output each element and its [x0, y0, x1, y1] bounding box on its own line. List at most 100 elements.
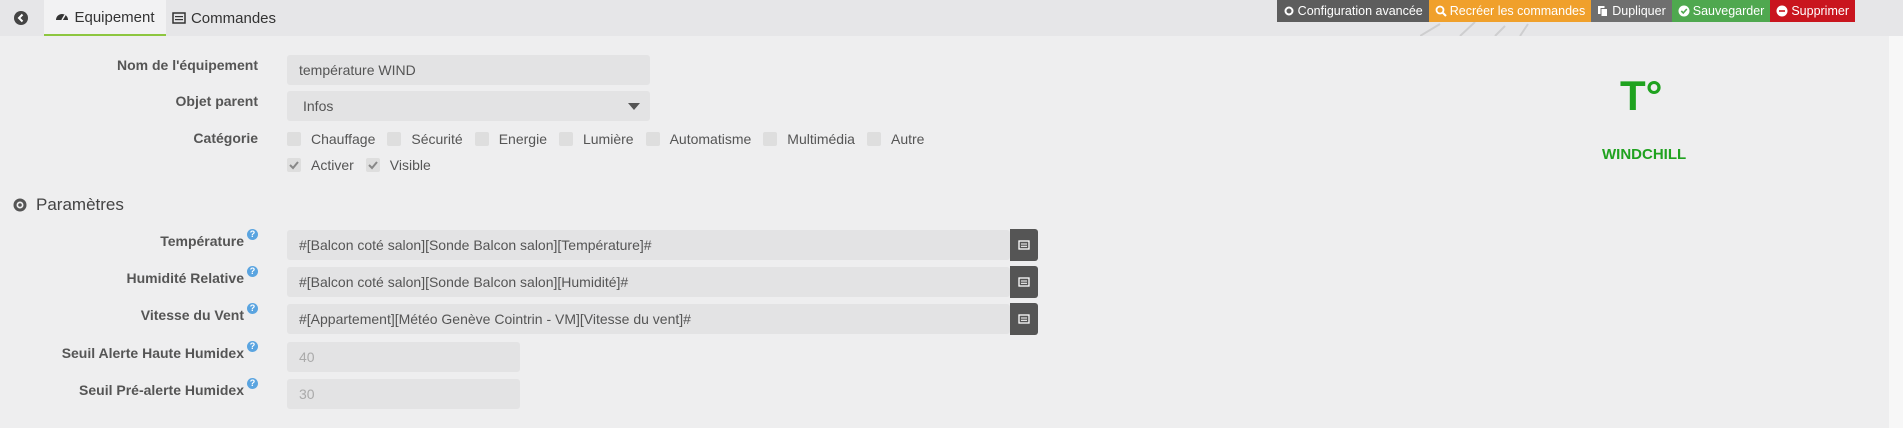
list-alt-icon [172, 12, 186, 24]
wind-value: #[Appartement][Météo Genève Cointrin - V… [299, 311, 691, 327]
category-label-autre: Autre [890, 131, 925, 147]
pre-humidex-input[interactable]: 30 [287, 379, 520, 409]
activate-label: Activer [311, 157, 354, 173]
wind-label-text: Vitesse du Vent [140, 307, 244, 323]
high-humidex-label: Seuil Alerte Haute Humidex? [61, 341, 258, 361]
pre-humidex-label: Seuil Pré-alerte Humidex? [79, 378, 258, 398]
humidity-label: Humidité Relative? [126, 266, 258, 286]
humidity-value: #[Balcon coté salon][Sonde Balcon salon]… [299, 274, 629, 290]
save-button[interactable]: Sauvegarder [1671, 0, 1771, 22]
name-input[interactable]: température WIND [287, 55, 650, 85]
temperature-label-text: Température [160, 233, 244, 249]
wind-input[interactable]: #[Appartement][Météo Genève Cointrin - V… [287, 304, 1010, 334]
check-icon [368, 161, 378, 170]
save-label: Sauvegarder [1692, 4, 1765, 18]
checkbox[interactable] [558, 132, 573, 146]
parent-label: Objet parent [175, 93, 258, 109]
activate-toggle[interactable]: Activer [287, 157, 354, 173]
parent-select-value: Infos [303, 98, 334, 114]
help-icon[interactable]: ? [247, 303, 258, 314]
pre-humidex-placeholder: 30 [299, 386, 315, 402]
category-lumiere[interactable]: Lumière [558, 131, 634, 147]
state-checkboxes: Activer Visible [287, 157, 443, 173]
checkbox-checked[interactable] [365, 158, 380, 172]
checkbox[interactable] [474, 132, 489, 146]
help-icon[interactable]: ? [247, 378, 258, 389]
params-title: Paramètres [36, 195, 124, 214]
help-icon[interactable]: ? [247, 341, 258, 352]
delete-button[interactable]: Supprimer [1770, 0, 1855, 22]
checkbox[interactable] [763, 132, 778, 146]
gear-icon [13, 198, 27, 212]
pre-humidex-label-text: Seuil Pré-alerte Humidex [79, 382, 244, 398]
header-decoration [1419, 21, 1580, 37]
check-icon [289, 161, 299, 170]
delete-label: Supprimer [1791, 4, 1849, 18]
visible-toggle[interactable]: Visible [365, 157, 431, 173]
high-humidex-input[interactable]: 40 [287, 342, 520, 372]
humidity-select-command-button[interactable] [1010, 266, 1038, 298]
advanced-config-button[interactable]: Configuration avancée [1276, 0, 1429, 22]
tab-commandes-label: Commandes [190, 9, 277, 27]
tab-equipement[interactable]: Equipement [44, 0, 166, 36]
tab-commandes[interactable]: Commandes [170, 0, 278, 36]
category-autre[interactable]: Autre [866, 131, 925, 147]
category-label: Catégorie [193, 130, 258, 146]
list-alt-icon [1018, 277, 1030, 287]
checkbox-checked[interactable] [287, 158, 301, 172]
category-securite[interactable]: Sécurité [387, 131, 463, 147]
temperature-input[interactable]: #[Balcon coté salon][Sonde Balcon salon]… [287, 230, 1010, 260]
category-label-lumiere: Lumière [582, 131, 634, 147]
chevron-down-icon [628, 103, 640, 110]
duplicate-button[interactable]: Dupliquer [1591, 0, 1672, 22]
category-energie[interactable]: Energie [474, 131, 547, 147]
category-label-multimedia: Multimédia [787, 131, 855, 147]
temperature-label: Température? [160, 229, 258, 249]
temperature-select-command-button[interactable] [1010, 229, 1038, 261]
minus-circle-icon [1776, 5, 1788, 17]
category-label-automatisme: Automatisme [669, 131, 752, 147]
temperature-value: #[Balcon coté salon][Sonde Balcon salon]… [299, 237, 652, 253]
checkbox[interactable] [387, 132, 402, 146]
duplicate-label: Dupliquer [1612, 4, 1666, 18]
help-icon[interactable]: ? [247, 229, 258, 240]
parent-select[interactable]: Infos [287, 91, 650, 121]
device-icon: T° [1620, 72, 1663, 119]
device-name: WINDCHILL [1602, 146, 1687, 163]
copy-icon [1598, 6, 1609, 17]
checkbox[interactable] [287, 132, 301, 146]
category-chauffage[interactable]: Chauffage [287, 131, 375, 147]
humidity-label-text: Humidité Relative [126, 270, 244, 286]
high-humidex-placeholder: 40 [299, 349, 315, 365]
check-circle-icon [1678, 5, 1690, 17]
scrollbar[interactable] [1889, 36, 1903, 428]
params-section-title: Paramètres [12, 195, 124, 215]
category-multimedia[interactable]: Multimédia [763, 131, 855, 147]
recreate-commands-button[interactable]: Recréer les commandes [1428, 0, 1592, 22]
list-alt-icon [1018, 314, 1030, 324]
category-label-chauffage: Chauffage [311, 131, 376, 147]
tachometer-icon [56, 14, 69, 21]
checkbox[interactable] [866, 132, 881, 146]
humidity-input[interactable]: #[Balcon coté salon][Sonde Balcon salon]… [287, 267, 1010, 297]
category-checkboxes: Chauffage Sécurité Energie Lumière Autom… [287, 131, 936, 147]
list-alt-icon [1018, 240, 1030, 250]
search-icon [1435, 5, 1447, 17]
back-button[interactable] [8, 6, 34, 30]
category-automatisme[interactable]: Automatisme [645, 131, 752, 147]
help-icon[interactable]: ? [247, 266, 258, 277]
name-input-value: température WIND [299, 62, 416, 78]
advanced-config-label: Configuration avancée [1297, 4, 1423, 18]
wind-label: Vitesse du Vent? [140, 303, 258, 323]
name-label: Nom de l'équipement [116, 57, 258, 73]
checkbox[interactable] [645, 132, 660, 146]
category-label-securite: Sécurité [411, 131, 463, 147]
high-humidex-label-text: Seuil Alerte Haute Humidex [61, 345, 244, 361]
wind-select-command-button[interactable] [1010, 303, 1038, 335]
category-label-energie: Energie [498, 131, 547, 147]
tab-equipement-label: Equipement [74, 8, 155, 26]
visible-label: Visible [389, 157, 431, 173]
action-buttons: Configuration avancée Recréer les comman… [1276, 0, 1855, 22]
cogs-icon [1284, 6, 1294, 16]
arrow-circle-left-icon [14, 11, 28, 25]
